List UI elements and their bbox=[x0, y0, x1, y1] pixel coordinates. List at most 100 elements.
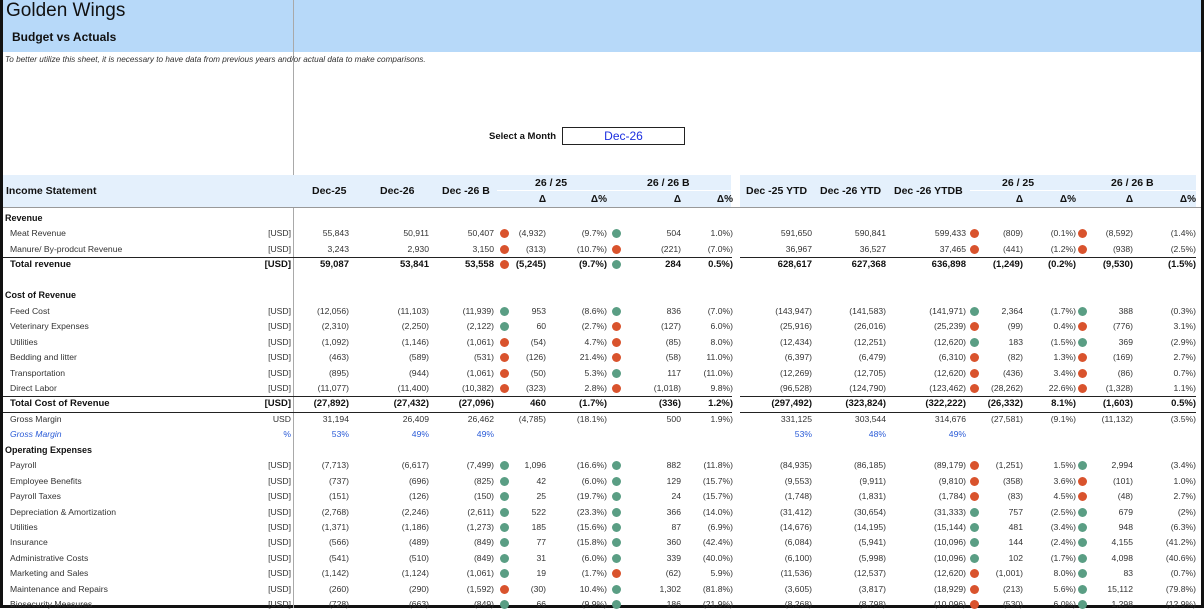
value-cell-y26b: (9,810) bbox=[938, 475, 966, 486]
value-cell-a1: 460 bbox=[530, 398, 546, 410]
month-selector-input[interactable]: Dec-26 bbox=[562, 127, 685, 145]
value-cell-a4: 4,155 bbox=[1111, 537, 1133, 548]
value-cell-m25: (2,768) bbox=[321, 506, 349, 517]
value-cell-m25: (12,056) bbox=[316, 305, 349, 316]
favorable-indicator-icon bbox=[612, 461, 621, 471]
value-cell-m26: (696) bbox=[408, 475, 429, 486]
col-header-dec26-ytd: Dec -26 YTD bbox=[820, 185, 882, 197]
favorable-indicator-icon bbox=[1078, 306, 1087, 316]
value-cell-y26: (12,537) bbox=[853, 568, 886, 579]
value-cell-m26: (1,146) bbox=[401, 336, 429, 347]
value-cell-y26: 590,841 bbox=[854, 228, 886, 239]
favorable-indicator-icon bbox=[1078, 337, 1087, 347]
value-cell-m26b: (1,061) bbox=[466, 367, 494, 378]
value-cell-p1: 2.8%) bbox=[584, 382, 607, 393]
row-label: Operating Expenses bbox=[5, 444, 93, 455]
row-label: Utilities bbox=[10, 336, 38, 347]
value-cell-m25: (728) bbox=[328, 599, 349, 610]
favorable-indicator-icon bbox=[612, 523, 621, 532]
value-cell-a4: (938) bbox=[1112, 243, 1133, 254]
value-cell-p4: (6.3%) bbox=[1170, 522, 1196, 532]
favorable-indicator-icon bbox=[612, 538, 621, 548]
value-cell-m26: 49% bbox=[411, 429, 429, 440]
value-cell-m25: (27,892) bbox=[313, 398, 349, 410]
value-cell-p2: 6.0%) bbox=[710, 321, 733, 332]
value-cell-y26b: (25,239) bbox=[933, 321, 966, 332]
title-band bbox=[3, 0, 1201, 52]
value-cell-p2: (15.7%) bbox=[702, 491, 733, 502]
unfavorable-indicator-icon bbox=[1078, 353, 1087, 363]
table-row: Veterinary Expenses [USD] (2,310) (2,250) (2… bbox=[0, 319, 1204, 334]
favorable-indicator-icon bbox=[612, 584, 621, 594]
col-group-ytd-26-25: 26 / 25 bbox=[1002, 177, 1035, 189]
value-cell-p4: (2.9%) bbox=[1170, 336, 1196, 347]
value-cell-y26b: (89,179) bbox=[933, 460, 966, 471]
value-cell-p4: 0.5%) bbox=[1171, 398, 1196, 410]
value-cell-a2: (221) bbox=[660, 243, 681, 254]
value-cell-a3: (83) bbox=[1007, 491, 1023, 502]
value-cell-y26b: (12,620) bbox=[933, 568, 966, 579]
value-cell-m26b: (150) bbox=[473, 491, 494, 502]
value-cell-m26b: 50,407 bbox=[467, 228, 494, 239]
row-label: Bedding and litter bbox=[10, 352, 77, 363]
value-cell-p1: (1.7%) bbox=[581, 568, 607, 579]
value-cell-a3: (28,262) bbox=[990, 382, 1023, 393]
unfavorable-indicator-icon bbox=[1078, 476, 1087, 486]
col-group-ytd-26-26b: 26 / 26 B bbox=[1111, 177, 1154, 189]
unit-cell: [USD] bbox=[268, 583, 291, 594]
value-cell-a4: (48) bbox=[1117, 491, 1133, 502]
unfavorable-indicator-icon bbox=[500, 353, 509, 363]
total-separator-line bbox=[3, 396, 732, 398]
value-cell-p4: (3.5%) bbox=[1170, 413, 1196, 424]
value-cell-y26b: (141,971) bbox=[929, 305, 966, 316]
unfavorable-indicator-icon bbox=[612, 337, 621, 347]
value-cell-p1: (9.7%) bbox=[579, 259, 607, 271]
value-cell-p2: 8.0%) bbox=[710, 336, 733, 347]
value-cell-m25: (541) bbox=[328, 552, 349, 563]
value-cell-y26b: (31,333) bbox=[933, 506, 966, 517]
value-cell-y26: (9,911) bbox=[859, 475, 886, 486]
favorable-indicator-icon bbox=[1078, 523, 1087, 532]
value-cell-a2: (85) bbox=[665, 336, 681, 347]
unfavorable-indicator-icon bbox=[970, 476, 979, 486]
value-cell-a3: (1,249) bbox=[992, 259, 1023, 271]
value-cell-y26b: 49% bbox=[948, 429, 966, 440]
value-cell-p4: 2.7%) bbox=[1173, 491, 1196, 502]
row-label: Cost of Revenue bbox=[5, 290, 77, 301]
value-cell-m26: (2,246) bbox=[401, 506, 429, 517]
value-cell-m25: (566) bbox=[328, 537, 349, 548]
value-cell-a4: (1,603) bbox=[1102, 398, 1133, 410]
row-label: Utilities bbox=[10, 522, 38, 532]
unfavorable-indicator-icon bbox=[612, 322, 621, 332]
value-cell-p3: (2.4%) bbox=[1050, 537, 1076, 548]
value-cell-a2: (58) bbox=[665, 352, 681, 363]
value-cell-a4: 369 bbox=[1118, 336, 1133, 347]
value-cell-y25: (96,528) bbox=[779, 382, 812, 393]
unfavorable-indicator-icon bbox=[970, 584, 979, 594]
favorable-indicator-icon bbox=[500, 553, 509, 563]
col-header-delta: Δ bbox=[1125, 194, 1133, 205]
value-cell-m26b: 3,150 bbox=[472, 243, 494, 254]
unfavorable-indicator-icon bbox=[612, 569, 621, 579]
value-cell-a2: 500 bbox=[666, 413, 681, 424]
value-cell-y25: (3,605) bbox=[784, 583, 812, 594]
unit-cell: [USD] bbox=[268, 367, 291, 378]
value-cell-p1: (18.1%) bbox=[576, 413, 607, 424]
value-cell-a2: (62) bbox=[665, 568, 681, 579]
value-cell-p1: (19.7%) bbox=[576, 491, 607, 502]
value-cell-p1: (9.7%) bbox=[581, 228, 607, 239]
value-cell-a3: (27,581) bbox=[990, 413, 1023, 424]
total-separator-line bbox=[3, 257, 732, 259]
unit-cell: [USD] bbox=[268, 336, 291, 347]
value-cell-y26b: 37,465 bbox=[939, 243, 966, 254]
value-cell-y26: (141,583) bbox=[849, 305, 886, 316]
value-cell-p2: (11.8%) bbox=[703, 460, 733, 471]
value-cell-m26b: (27,096) bbox=[458, 398, 494, 410]
table-row: Direct Labor [USD] (11,077) (11,400) (10,382… bbox=[0, 381, 1204, 396]
value-cell-m26b: (1,273) bbox=[466, 522, 494, 532]
value-cell-a3: (809) bbox=[1002, 228, 1023, 239]
value-cell-a3: 757 bbox=[1008, 506, 1023, 517]
table-header-left bbox=[3, 175, 731, 207]
table-row: Employee Benefits [USD] (737) (696) (825) 42(… bbox=[0, 474, 1204, 489]
table-row: Payroll Taxes [USD] (151) (126) (150) 25 (19.7… bbox=[0, 489, 1204, 504]
